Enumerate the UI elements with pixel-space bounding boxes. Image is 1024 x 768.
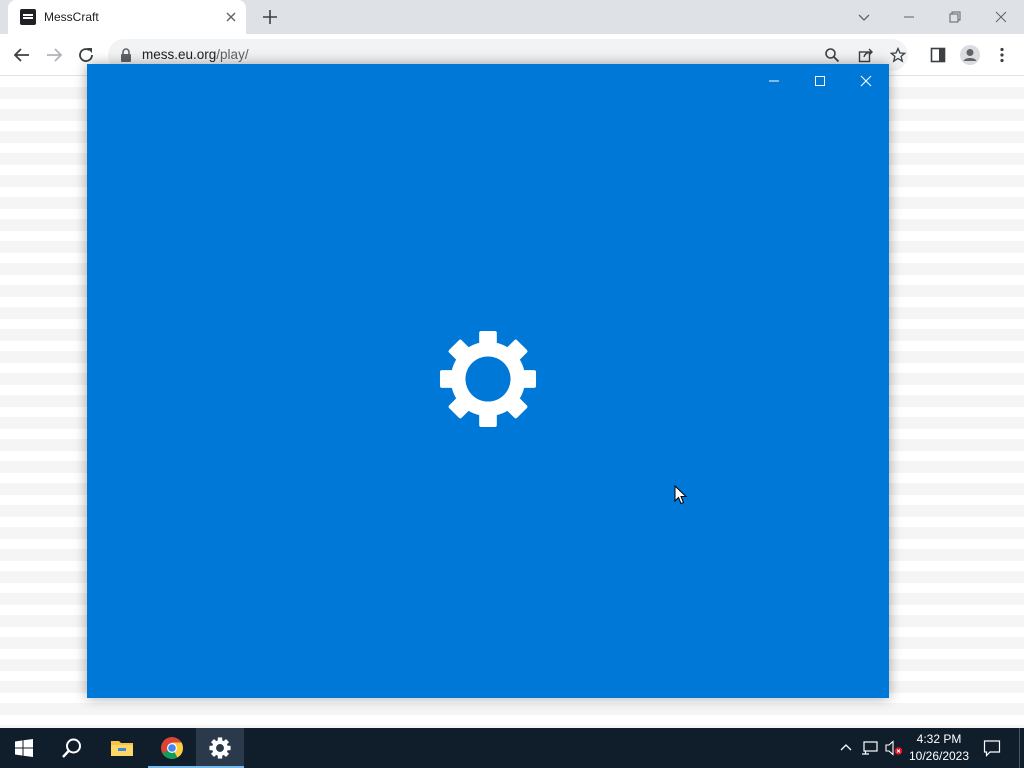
- messcraft-favicon-icon: [20, 9, 36, 25]
- url-path: /play/: [216, 47, 249, 62]
- share-icon: [858, 48, 873, 63]
- clock-date: 10/26/2023: [908, 749, 970, 763]
- settings-gear-icon: [209, 737, 231, 759]
- folder-icon: [111, 741, 133, 756]
- start-button[interactable]: [0, 728, 48, 768]
- kebab-menu-icon: [1000, 47, 1004, 63]
- tab-title: MessCraft: [44, 10, 99, 24]
- bookmark-button[interactable]: [888, 45, 908, 65]
- back-button[interactable]: [10, 43, 34, 67]
- volume-tray-button[interactable]: [884, 738, 904, 758]
- tab-close-button[interactable]: [222, 8, 240, 26]
- maximize-icon: [815, 76, 825, 86]
- browser-menu-button[interactable]: [990, 43, 1014, 67]
- profile-avatar-icon: [960, 45, 980, 65]
- action-center-button[interactable]: [980, 736, 1004, 760]
- network-icon: [862, 741, 878, 755]
- notification-icon: [983, 740, 1001, 757]
- reload-icon: [79, 48, 93, 62]
- settings-app-window[interactable]: [87, 64, 889, 698]
- browser-close-button[interactable]: [978, 0, 1024, 34]
- close-icon: [860, 75, 872, 87]
- minimize-icon: [769, 80, 779, 82]
- taskbar-file-explorer[interactable]: [98, 728, 146, 768]
- browser-tabstrip: MessCraft: [0, 0, 1024, 34]
- url-host: mess.eu.org: [142, 47, 217, 62]
- show-hidden-icons-button[interactable]: [836, 738, 856, 758]
- star-icon: [890, 47, 906, 63]
- profile-button[interactable]: [958, 43, 982, 67]
- restore-icon: [949, 11, 961, 23]
- browser-window-controls: [886, 0, 1024, 34]
- url-text[interactable]: mess.eu.org/play/: [142, 47, 249, 62]
- show-desktop-button[interactable]: [1019, 728, 1024, 768]
- side-panel-button[interactable]: [926, 43, 950, 67]
- new-tab-button[interactable]: [258, 5, 282, 29]
- chevron-up-icon: [840, 744, 852, 751]
- windows-logo-icon: [15, 739, 33, 757]
- chevron-down-icon: [858, 14, 870, 21]
- browser-restore-button[interactable]: [932, 0, 978, 34]
- lock-icon[interactable]: [120, 48, 132, 62]
- taskbar-chrome[interactable]: [148, 728, 196, 768]
- close-icon: [226, 12, 236, 22]
- volume-muted-icon: [885, 740, 903, 756]
- arrow-right-icon: [47, 48, 63, 62]
- tab-search-button[interactable]: [852, 5, 876, 29]
- plus-icon: [263, 10, 277, 24]
- arrow-left-icon: [13, 48, 29, 62]
- gear-icon: [439, 330, 537, 428]
- settings-window-controls: [751, 64, 889, 98]
- network-tray-button[interactable]: [860, 738, 880, 758]
- system-clock[interactable]: 4:32 PM 10/26/2023: [902, 731, 976, 765]
- mouse-cursor-icon: [674, 485, 688, 505]
- taskbar-settings[interactable]: [196, 728, 244, 768]
- clock-time: 4:32 PM: [916, 732, 962, 746]
- forward-button[interactable]: [42, 43, 66, 67]
- windows-taskbar: 4:32 PM 10/26/2023: [0, 728, 1024, 768]
- settings-minimize-button[interactable]: [751, 64, 797, 98]
- magnifier-icon: [825, 48, 840, 63]
- browser-minimize-button[interactable]: [886, 0, 932, 34]
- settings-close-button[interactable]: [843, 64, 889, 98]
- tab-messcraft[interactable]: MessCraft: [8, 0, 246, 34]
- side-panel-icon: [930, 47, 946, 63]
- share-button[interactable]: [856, 45, 876, 65]
- taskbar-search-button[interactable]: [48, 728, 96, 768]
- minimize-icon: [904, 16, 914, 18]
- search-icon: [62, 738, 81, 758]
- zoom-search-button[interactable]: [822, 45, 842, 65]
- close-icon: [995, 11, 1007, 23]
- settings-maximize-button[interactable]: [797, 64, 843, 98]
- chrome-icon: [161, 737, 183, 759]
